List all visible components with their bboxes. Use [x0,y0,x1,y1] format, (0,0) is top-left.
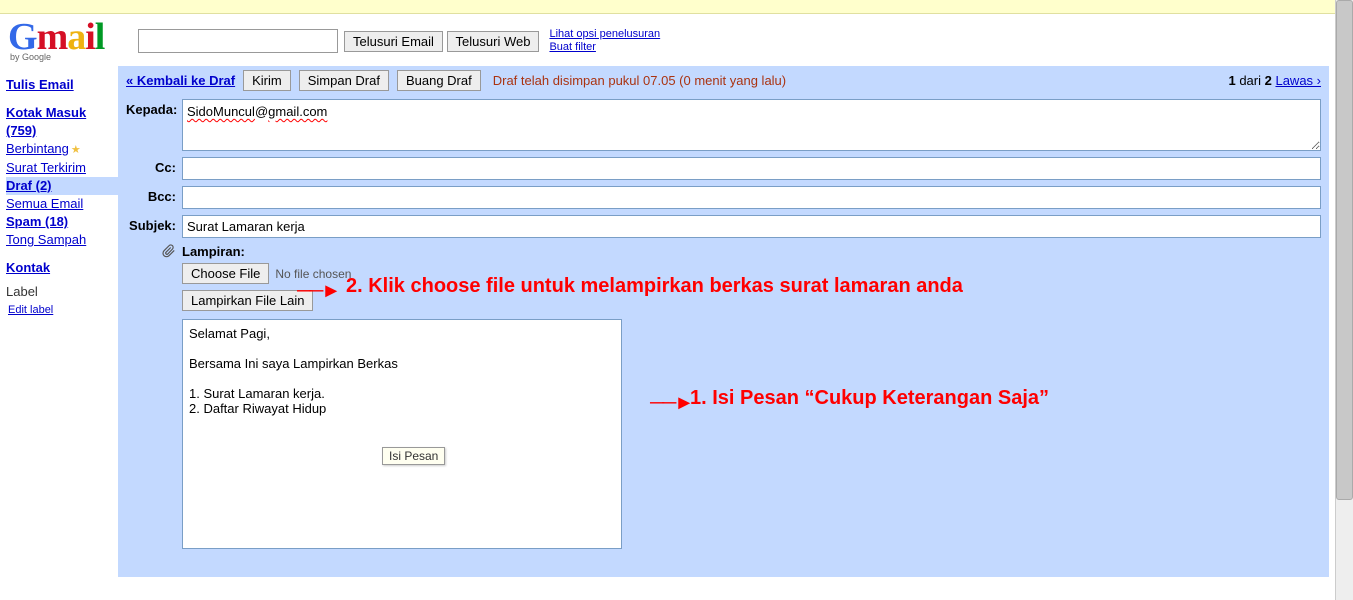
labels-heading: Label [6,283,118,301]
page-scrollbar[interactable] [1335,0,1353,600]
compose-link[interactable]: Tulis Email [6,76,118,94]
compose-toolbar: « Kembali ke Draf Kirim Simpan Draf Buan… [118,66,1329,95]
pager: 1 dari 2 Lawas › [1228,73,1321,88]
page-scrollbar-thumb[interactable] [1336,0,1353,500]
paperclip-icon [162,244,176,261]
search-email-button[interactable]: Telusuri Email [344,31,443,52]
cc-label: Cc: [126,157,182,175]
cc-field[interactable] [182,157,1321,180]
discard-draft-button[interactable]: Buang Draf [397,70,481,91]
sent-link[interactable]: Surat Terkirim [6,159,118,177]
to-label: Kepada: [126,99,182,117]
annotation-arrow-1: ──► [650,392,692,415]
drafts-link[interactable]: Draf (2) [6,177,118,195]
isi-pesan-tooltip: Isi Pesan [382,447,445,465]
no-file-chosen-text: No file chosen [275,267,351,281]
attach-another-file-button[interactable]: Lampirkan File Lain [182,290,313,311]
subject-field[interactable] [182,215,1321,238]
trash-link[interactable]: Tong Sampah [6,231,118,249]
bcc-label: Bcc: [126,186,182,204]
star-icon: ★ [71,144,81,156]
annotation-text-1: 1. Isi Pesan “Cukup Keterangan Saja” [690,387,1049,410]
attachment-heading: Lampiran: [182,244,245,259]
show-search-options-link[interactable]: Lihat opsi penelusuran [549,28,660,41]
contacts-link[interactable]: Kontak [6,259,118,277]
older-link[interactable]: Lawas › [1275,73,1321,88]
message-body-textarea[interactable]: Selamat Pagi, Bersama Ini saya Lampirkan… [182,319,622,549]
choose-file-button[interactable]: Choose File [182,263,269,284]
send-button[interactable]: Kirim [243,70,291,91]
spam-link[interactable]: Spam (18) [6,213,118,231]
pager-mid: dari [1236,73,1265,88]
subject-label: Subjek: [126,215,182,233]
create-filter-link[interactable]: Buat filter [549,41,660,54]
body-horizontal-scrollbar[interactable] [182,549,622,567]
annotation-arrow-2: ──► [297,280,339,303]
search-input[interactable] [138,29,338,53]
bcc-field[interactable] [182,186,1321,209]
sidebar: Tulis Email Kotak Masuk (759) Berbintang… [0,66,118,577]
gmail-logo: Gmail by Google [8,20,138,62]
edit-label-link[interactable]: Edit label [8,301,118,319]
pager-total: 2 [1265,73,1272,88]
compose-form: Kepada: SidoMuncul@gmail.com Cc: Bcc: Su… [118,95,1329,577]
starred-link[interactable]: Berbintang [6,141,69,156]
draft-saved-status: Draf telah disimpan pukul 07.05 (0 menit… [493,73,786,88]
search-web-button[interactable]: Telusuri Web [447,31,540,52]
pager-current: 1 [1228,73,1235,88]
to-field[interactable]: SidoMuncul@gmail.com [182,99,1321,151]
content-area: « Kembali ke Draf Kirim Simpan Draf Buan… [118,66,1335,577]
header: Gmail by Google Telusuri Email Telusuri … [0,14,1335,66]
back-to-drafts-link[interactable]: « Kembali ke Draf [126,73,235,88]
top-notice-bar [0,0,1335,14]
inbox-link[interactable]: Kotak Masuk (759) [6,104,118,140]
save-draft-button[interactable]: Simpan Draf [299,70,389,91]
annotation-text-2: 2. Klik choose file untuk melampirkan be… [346,275,963,298]
allmail-link[interactable]: Semua Email [6,195,118,213]
